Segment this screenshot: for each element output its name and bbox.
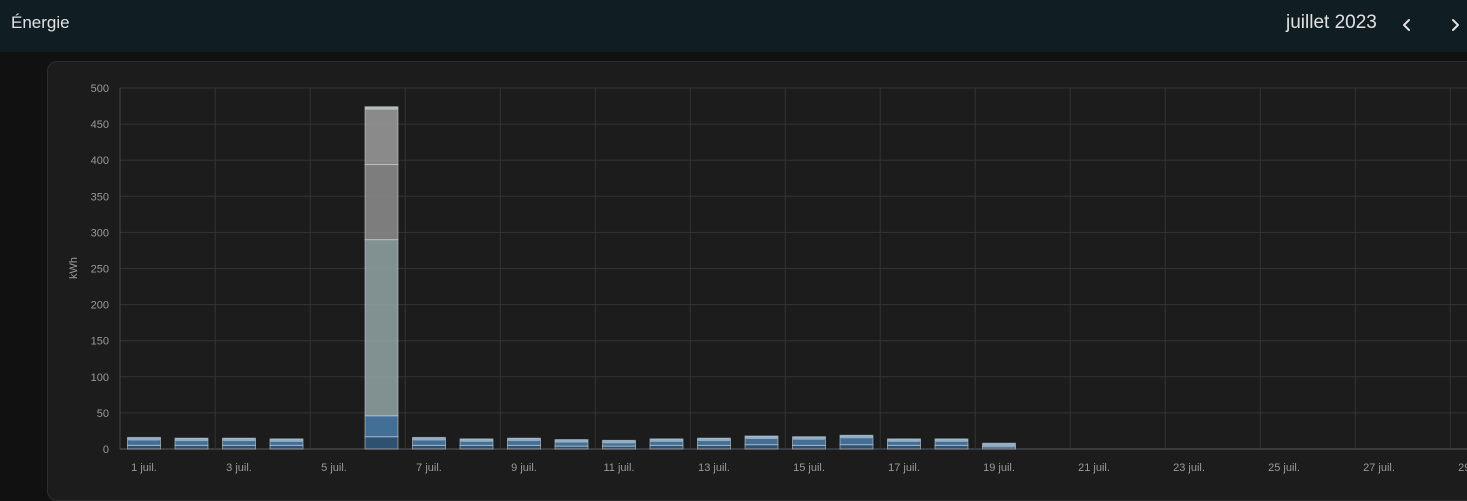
bar-segment[interactable]	[887, 444, 921, 450]
y-tick-label: 300	[91, 227, 109, 239]
x-tick-label: 1 juil.	[131, 462, 157, 474]
bar-segment[interactable]	[364, 436, 399, 450]
bar-segment[interactable]	[364, 164, 399, 241]
y-tick-label: 350	[91, 191, 109, 203]
x-tick-label: 27 juil.	[1363, 462, 1395, 474]
bar-segment[interactable]	[364, 106, 399, 166]
x-tick-label: 7 juil.	[416, 462, 442, 474]
x-tick-label: 25 juil.	[1268, 462, 1300, 474]
bar-cap	[982, 443, 1016, 447]
x-tick-label: 23 juil.	[1173, 462, 1205, 474]
energy-bar-chart: 0 50 100 150 200 250 300 350 400 450 500 1 juil. 3 …	[68, 83, 1467, 474]
x-tick-label: 5 juil.	[321, 462, 347, 474]
bar-segment[interactable]	[412, 444, 446, 450]
y-tick-label: 200	[91, 300, 109, 312]
x-tick-label: 9 juil.	[511, 462, 537, 474]
bar-segment[interactable]	[697, 444, 731, 450]
bar-segment[interactable]	[744, 444, 779, 450]
bar-cap	[222, 438, 256, 442]
y-tick-label: 0	[103, 444, 109, 456]
y-tick-label: 250	[91, 264, 109, 276]
x-tick-label: 3 juil.	[226, 462, 252, 474]
bar-cap	[460, 438, 493, 442]
bar-segment[interactable]	[507, 444, 541, 450]
y-tick-label: 100	[91, 372, 109, 384]
chart-grid	[119, 87, 1467, 450]
bar-cap	[555, 439, 588, 443]
bar-segment[interactable]	[269, 444, 304, 450]
bar-segment[interactable]	[459, 444, 494, 450]
bar-cap	[792, 436, 826, 440]
y-tick-label: 450	[91, 119, 109, 131]
bar-cap	[650, 438, 683, 442]
bar-cap	[745, 436, 778, 440]
x-tick-label: 13 juil.	[698, 462, 730, 474]
bar-cap	[602, 440, 636, 444]
y-tick-label: 50	[97, 408, 109, 420]
bar-cap	[175, 438, 208, 442]
x-tick-label: 21 juil.	[1078, 462, 1110, 474]
y-tick-label: 400	[91, 155, 109, 167]
bar-segment[interactable]	[364, 415, 399, 438]
x-tick-label: 17 juil.	[888, 462, 920, 474]
bar-segment[interactable]	[792, 444, 826, 450]
bar-cap	[935, 438, 968, 442]
bar-segment[interactable]	[174, 444, 209, 450]
x-tick-label: 11 juil.	[604, 462, 635, 474]
bar-cap	[697, 438, 731, 442]
y-axis-ticks: 0 50 100 150 200 250 300 350 400 450 500	[91, 83, 109, 456]
bar-cap	[887, 438, 921, 442]
x-tick-label: 15 juil.	[793, 462, 825, 474]
x-tick-label: 29 juil.	[1458, 462, 1467, 474]
bar-segment[interactable]	[364, 239, 399, 417]
bar-cap	[412, 437, 446, 441]
bar-segment[interactable]	[649, 444, 684, 450]
chart-bars	[127, 106, 1016, 450]
bar-cap	[840, 435, 873, 439]
bar-segment[interactable]	[839, 444, 874, 450]
bar-segment[interactable]	[222, 444, 256, 450]
bar-cap	[365, 106, 398, 110]
x-tick-label: 19 juil.	[983, 462, 1015, 474]
bar-cap	[270, 438, 303, 442]
bar-segment[interactable]	[127, 444, 161, 450]
y-tick-label: 150	[91, 336, 109, 348]
bar-segment[interactable]	[934, 444, 969, 450]
bar-cap	[127, 437, 161, 441]
x-axis-ticks: 1 juil. 3 juil. 5 juil. 7 juil. 9 juil. 11 ju…	[131, 462, 1467, 474]
y-tick-label: 500	[91, 83, 109, 95]
y-axis-label: kWh	[68, 257, 80, 279]
bar-cap	[507, 438, 541, 442]
